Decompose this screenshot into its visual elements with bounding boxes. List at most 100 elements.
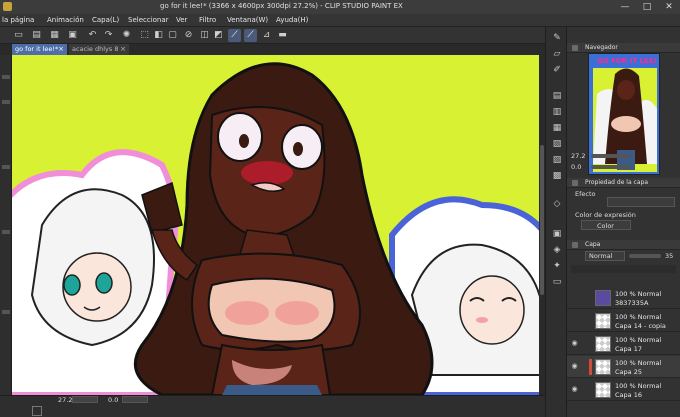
layer-row[interactable]: 100 % Normal Capa 14 - copia (567, 310, 680, 332)
pen-icon[interactable]: ✎ (550, 31, 564, 45)
zoom-slider[interactable] (72, 396, 98, 403)
tool-icon[interactable]: ◈ (550, 243, 564, 257)
command-bar: ▭ ▤ ▦ ▣ ↶ ↷ ✺ ⬚ ◧ ▢ ⊘ ◫ ◩ ⟋ ⟋ ⊿ ▬ (0, 27, 545, 44)
layer-mode: 100 % Normal (615, 359, 662, 367)
fill-icon[interactable]: ◧ (152, 29, 165, 42)
eye-icon[interactable]: ◉ (570, 363, 579, 370)
layer-tools-row[interactable] (571, 265, 676, 273)
layer-color-tag (589, 359, 592, 375)
tool-mark[interactable] (2, 100, 10, 104)
nav-zoom-value: 27.2 (571, 152, 586, 160)
layer-thumbnail (595, 336, 611, 352)
snap-ruler-icon[interactable]: ⟋ (228, 29, 241, 42)
navigator-icon (572, 45, 578, 51)
blend-mode-value: Normal (589, 252, 613, 260)
menu-view[interactable]: Ver (176, 16, 187, 24)
drawing-canvas[interactable] (12, 55, 539, 395)
app-icon (3, 2, 12, 11)
tool-icon[interactable]: ◇ (550, 197, 564, 211)
layer-name: Capa 17 (615, 345, 642, 353)
tool-icon[interactable]: ▩ (550, 169, 564, 183)
layer-thumbnail (595, 382, 611, 398)
nav-angle-slider[interactable] (591, 165, 631, 169)
title-bar: go for it lee!* (3366 x 4600px 300dpi 27… (0, 0, 680, 14)
menu-help[interactable]: Ayuda(H) (276, 16, 308, 24)
tool-icon[interactable]: ▧ (550, 137, 564, 151)
color-icon[interactable]: ▬ (276, 29, 289, 42)
opacity-value: 35 (665, 252, 674, 260)
tool-icon[interactable]: ▣ (550, 227, 564, 241)
layer-property-icon (572, 180, 578, 186)
layer-name: Capa 25 (615, 368, 642, 376)
tab-label: acacie dhlys 8 (72, 45, 119, 53)
save-icon[interactable]: ▦ (48, 29, 61, 42)
effect-buttons[interactable] (607, 197, 675, 207)
close-button[interactable]: ✕ (658, 0, 680, 14)
status-angle: 0.0 (108, 396, 119, 404)
minimize-button[interactable]: — (614, 0, 636, 14)
transform-icon[interactable]: ▢ (166, 29, 179, 42)
opacity-slider[interactable] (629, 254, 661, 258)
menu-select[interactable]: Seleccionar (128, 16, 169, 24)
eye-icon[interactable]: ◉ (570, 386, 579, 393)
tab-close-icon[interactable]: × (58, 44, 64, 55)
clear-icon[interactable]: ⬚ (138, 29, 151, 42)
tool-icon[interactable]: ▭ (550, 275, 564, 289)
select-all-icon[interactable]: ◫ (198, 29, 211, 42)
layer-panel-header[interactable]: Capa (567, 240, 680, 250)
layer-panel-title: Capa (585, 241, 601, 248)
tool-icon[interactable]: ▦ (550, 121, 564, 135)
navigator-title: Navegador (585, 44, 618, 51)
undo-icon[interactable]: ↶ (86, 29, 99, 42)
redo-icon[interactable]: ↷ (102, 29, 115, 42)
color-expression-label: Color de expresión (575, 211, 636, 219)
snap-special-ruler-icon[interactable]: ⟋ (244, 29, 257, 42)
tool-mark[interactable] (2, 230, 10, 234)
eye-icon[interactable]: ◉ (570, 340, 579, 347)
brush-icon[interactable]: ✐ (550, 63, 564, 77)
tool-icon[interactable]: ▨ (550, 153, 564, 167)
layer-property-header[interactable]: Propiedad de la capa (567, 178, 680, 188)
layer-panel-icon (572, 242, 578, 248)
menu-page[interactable]: la página (2, 16, 34, 24)
menu-filter[interactable]: Filtro (199, 16, 216, 24)
snap-grid-icon[interactable]: ⊿ (260, 29, 273, 42)
tab-acacie-dhlys[interactable]: acacie dhlys 8 × (69, 44, 129, 55)
tool-icon[interactable]: ▤ (550, 89, 564, 103)
right-panel: Navegador GO FOR IT LEE! 27.2 0.0 Propie… (567, 27, 680, 417)
layer-row[interactable]: ◉ 100 % Normal Capa 16 (567, 379, 680, 401)
open-icon[interactable]: ▤ (30, 29, 43, 42)
eraser-icon[interactable]: ▱ (550, 47, 564, 61)
export-icon[interactable]: ▣ (66, 29, 79, 42)
status-zoom: 27.2 (58, 396, 73, 404)
layer-row[interactable]: 100 % Normal 3837335A (567, 287, 680, 309)
tool-icon[interactable]: ▥ (550, 105, 564, 119)
tool-mark[interactable] (2, 75, 10, 79)
navigation-icon[interactable] (32, 406, 42, 416)
maximize-button[interactable]: □ (636, 0, 658, 14)
layer-row[interactable]: ◉ 100 % Normal Capa 17 (567, 333, 680, 355)
layer-name: Capa 16 (615, 391, 642, 399)
tool-mark[interactable] (2, 310, 10, 314)
invert-selection-icon[interactable]: ◩ (212, 29, 225, 42)
tab-close-icon[interactable]: × (120, 44, 126, 55)
angle-slider[interactable] (122, 396, 148, 403)
layer-thumbnail (595, 313, 611, 329)
loading-icon[interactable]: ✺ (120, 29, 133, 42)
layer-property-title: Propiedad de la capa (585, 179, 649, 186)
new-file-icon[interactable]: ▭ (12, 29, 25, 42)
color-expression-value: Color (597, 222, 614, 230)
layer-thumbnail (595, 359, 611, 375)
nav-zoom-slider[interactable] (591, 154, 631, 158)
menu-window[interactable]: Ventana(W) (227, 16, 268, 24)
layer-row[interactable]: ◉ 100 % Normal Capa 25 (567, 356, 680, 378)
tab-go-for-it-lee[interactable]: go for it lee!* × (12, 44, 67, 55)
scroll-thumb[interactable] (540, 145, 544, 295)
deselect-icon[interactable]: ⊘ (182, 29, 195, 42)
layer-mode: 100 % Normal (615, 313, 662, 321)
navigator-header[interactable]: Navegador (567, 43, 680, 53)
menu-layer[interactable]: Capa(L) (92, 16, 119, 24)
tool-mark[interactable] (2, 165, 10, 169)
tool-icon[interactable]: ✦ (550, 259, 564, 273)
menu-animation[interactable]: Animación (47, 16, 84, 24)
